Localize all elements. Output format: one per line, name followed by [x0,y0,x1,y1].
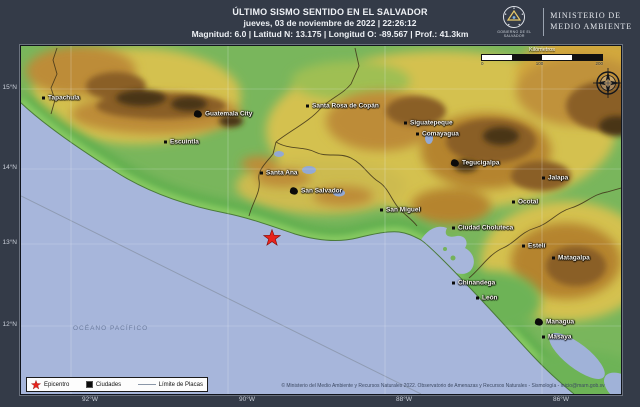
city-marker-icon [476,297,479,300]
city-marker-icon [452,282,455,285]
city-label: Matagalpa [558,255,590,262]
city-tapachula: Tapachula [42,95,80,102]
city-label: León [482,295,498,302]
city-label: Siguatepeque [410,120,453,127]
city-santa-rosa-de-cop-n: Santa Rosa de Copán [306,103,379,110]
coat-of-arms-icon [502,5,526,29]
map-area: Tapachula Guatemala City Escuintla Santa An… [20,45,622,395]
city-label: San Miguel [386,207,420,214]
legend-epicenter-star-icon [31,380,41,390]
lon-tick-label: 90°W [232,396,262,403]
city-guatemala-city: Guatemala City [194,111,252,118]
city-label: Santa Rosa de Copán [312,103,379,110]
scale-bar-ticks: 0100200 [481,61,603,66]
city-labels-layer: Tapachula Guatemala City Escuintla Santa An… [21,46,621,394]
ministry-name-line2: MEDIO AMBIENTE [550,22,632,33]
legend-item-plate-boundary: Límite de Placas [138,382,203,388]
city-label: Estelí [528,243,545,250]
city-tegucigalpa: Tegucigalpa [451,160,499,167]
legend-epicenter-label: Epicentro [44,382,69,388]
city-ciudad-choluteca: Ciudad Choluteca [452,225,513,232]
city-marker-icon [42,97,45,100]
city-label: Masaya [548,334,572,341]
city-san-miguel: San Miguel [380,207,420,214]
scale-bar: Kilómetros 0100200 [481,46,603,66]
legend-item-epicenter: Epicentro [31,380,69,390]
city-managua: Managua [535,319,574,326]
legend-item-cities: Ciudades [86,381,121,388]
scale-bar-label: Kilómetros [481,47,603,53]
city-label: Chinandega [458,280,495,287]
city-marker-icon [542,336,545,339]
scale-tick-label: 100 [536,61,544,66]
city-estel-: Estelí [522,243,545,250]
city-label: Santa Ana [266,170,298,177]
logo-divider [543,8,544,36]
legend-cities-label: Ciudades [96,382,121,388]
city-label: Escuintla [170,139,199,146]
city-label: San Salvador [301,188,342,195]
lat-tick-label: 15°N [0,84,17,91]
city-marker-icon [289,187,298,196]
government-emblem: GOBIERNO DE EL SALVADOR [491,5,537,38]
city-le-n: León [476,295,498,302]
city-marker-icon [306,105,309,108]
city-marker-icon [450,159,459,168]
city-label: Guatemala City [205,111,252,118]
city-marker-icon [164,141,167,144]
city-comayagua: Comayagua [416,131,459,138]
city-marker-icon [404,122,407,125]
city-santa-ana: Santa Ana [260,170,298,177]
credit-line: © Ministerio del Medio Ambiente y Recurs… [271,383,615,389]
city-marker-icon [512,201,515,204]
city-label: Comayagua [422,131,459,138]
lon-tick-label: 92°W [75,396,105,403]
city-ocotal: Ocotal [512,199,538,206]
city-marker-icon [452,227,455,230]
bulletin-canvas: ÚLTIMO SISMO SENTIDO EN EL SALVADOR juev… [0,0,640,407]
lat-tick-label: 14°N [0,164,17,171]
ministry-logo: GOBIERNO DE EL SALVADOR MINISTERIO DE ME… [491,5,632,38]
city-chinandega: Chinandega [452,280,495,287]
city-label: Tegucigalpa [462,160,499,167]
scale-tick-label: 0 [481,61,484,66]
lon-tick-label: 86°W [546,396,576,403]
government-label: GOBIERNO DE EL SALVADOR [491,30,537,38]
city-marker-icon [260,172,263,175]
city-marker-icon [193,110,202,119]
city-matagalpa: Matagalpa [552,255,590,262]
city-marker-icon [380,209,383,212]
city-marker-icon [542,177,545,180]
ministry-name: MINISTERIO DE MEDIO AMBIENTE [550,11,632,32]
city-marker-icon [522,245,525,248]
city-jalapa: Jalapa [542,175,568,182]
legend: Epicentro Ciudades Límite de Placas [26,377,208,392]
city-masaya: Masaya [542,334,572,341]
scale-bar-segments [481,54,603,61]
lon-tick-label: 88°W [389,396,419,403]
lat-tick-label: 13°N [0,239,17,246]
city-san-salvador: San Salvador [290,188,342,195]
city-label: Tapachula [48,95,80,102]
lat-tick-label: 12°N [0,321,17,328]
legend-plate-label: Límite de Placas [159,382,203,388]
city-marker-icon [534,318,543,327]
ministry-name-line1: MINISTERIO DE [550,11,632,22]
legend-plate-line-icon [138,384,156,385]
city-label: Jalapa [548,175,568,182]
legend-city-square-icon [86,381,93,388]
city-escuintla: Escuintla [164,139,199,146]
compass-rose-icon [591,66,622,100]
city-label: Managua [546,319,574,326]
city-marker-icon [552,257,555,260]
city-marker-icon [416,133,419,136]
city-label: Ciudad Choluteca [458,225,513,232]
city-siguatepeque: Siguatepeque [404,120,453,127]
city-label: Ocotal [518,199,538,206]
epicenter-star-icon [263,229,281,247]
ocean-label: OCÉANO PACÍFICO [73,325,148,332]
